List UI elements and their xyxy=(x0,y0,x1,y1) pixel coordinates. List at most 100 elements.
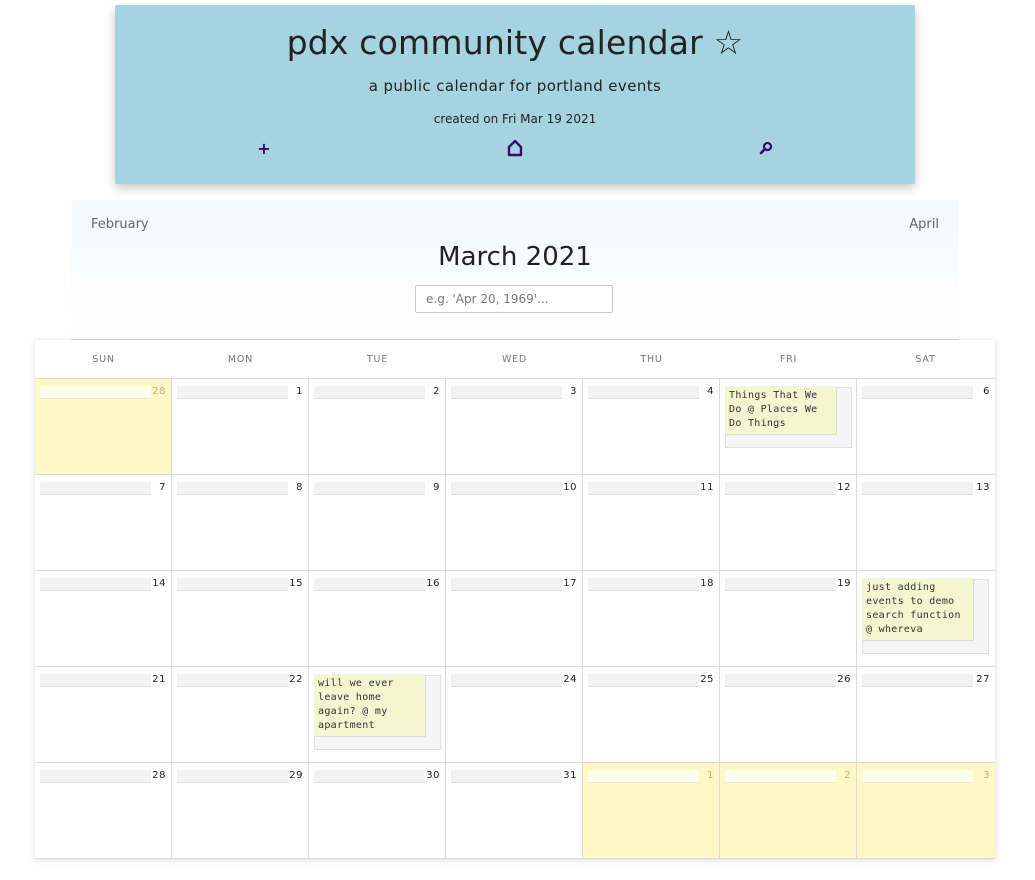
day-header-bar xyxy=(725,770,836,783)
day-cell[interactable]: 27 xyxy=(857,667,995,763)
day-number: 24 xyxy=(563,674,577,685)
event-item[interactable]: just adding events to demo search functi… xyxy=(862,579,973,640)
day-header-bar xyxy=(725,674,836,687)
day-cell[interactable]: 18 xyxy=(583,571,720,667)
day-number: 3 xyxy=(983,770,990,781)
prev-month-link[interactable]: February xyxy=(91,217,149,232)
day-cell[interactable]: 4 xyxy=(583,379,720,475)
weekday-label: TUE xyxy=(366,354,389,365)
day-number: 1 xyxy=(707,770,714,781)
weekday-label: MON xyxy=(227,354,254,365)
day-cell[interactable]: 31 xyxy=(446,763,583,859)
day-header-bar xyxy=(862,482,973,495)
day-number: 6 xyxy=(983,386,990,397)
day-cell[interactable]: 25 xyxy=(583,667,720,763)
day-cell[interactable]: 11 xyxy=(583,475,720,571)
day-header-bar xyxy=(451,386,562,399)
day-header-bar xyxy=(588,578,699,591)
day-header-bar xyxy=(177,674,288,687)
search-button[interactable] xyxy=(756,139,776,159)
day-header-bar xyxy=(862,386,973,399)
day-number: 16 xyxy=(426,578,440,589)
month-title: March 2021 xyxy=(438,242,592,272)
day-number: 26 xyxy=(837,674,851,685)
day-cell[interactable]: 9 xyxy=(309,475,446,571)
day-number: 28 xyxy=(152,770,166,781)
weekday-label: THU xyxy=(640,354,663,365)
day-cell[interactable]: 26 xyxy=(720,667,857,763)
day-number: 12 xyxy=(837,482,851,493)
day-cell[interactable]: 7 xyxy=(35,475,172,571)
day-cell[interactable]: 5Things That We Do @ Places We Do Things xyxy=(720,379,857,475)
day-cell[interactable]: 28 xyxy=(35,379,172,475)
day-number: 1 xyxy=(296,386,303,397)
day-cell[interactable]: 16 xyxy=(309,571,446,667)
day-cell[interactable]: 23will we ever leave home again? @ my ap… xyxy=(309,667,446,763)
add-event-icon[interactable]: + xyxy=(254,139,274,159)
day-number: 31 xyxy=(563,770,577,781)
day-cell[interactable]: 21 xyxy=(35,667,172,763)
day-number: 11 xyxy=(700,482,714,493)
day-cell[interactable]: 14 xyxy=(35,571,172,667)
plus-icon: + xyxy=(257,139,271,158)
day-header-bar xyxy=(451,770,562,783)
date-jump-input[interactable] xyxy=(415,285,613,313)
event-item[interactable]: will we ever leave home again? @ my apar… xyxy=(314,675,425,736)
day-header-bar xyxy=(588,386,699,399)
day-cell[interactable]: 19 xyxy=(720,571,857,667)
day-header-bar xyxy=(177,482,288,495)
weekday-label: SUN xyxy=(92,354,115,365)
day-cell[interactable]: 3 xyxy=(446,379,583,475)
created-date: created on Fri Mar 19 2021 xyxy=(433,112,597,126)
day-cell[interactable]: 6 xyxy=(857,379,995,475)
day-cell[interactable]: 1 xyxy=(172,379,309,475)
search-icon xyxy=(759,141,773,155)
day-number: 4 xyxy=(707,386,714,397)
day-header-bar xyxy=(40,386,151,399)
day-cell[interactable]: 13 xyxy=(857,475,995,571)
day-cell[interactable]: 12 xyxy=(720,475,857,571)
day-cell[interactable]: 15 xyxy=(172,571,309,667)
day-cell[interactable]: 8 xyxy=(172,475,309,571)
weekday-header: SUN MON TUE WED THU FRI SAT xyxy=(35,340,995,379)
day-cell[interactable]: 30 xyxy=(309,763,446,859)
day-number: 15 xyxy=(289,578,303,589)
day-number: 3 xyxy=(570,386,577,397)
event-item[interactable]: Things That We Do @ Places We Do Things xyxy=(725,387,836,434)
home-button[interactable] xyxy=(505,139,525,159)
day-cell[interactable]: 29 xyxy=(172,763,309,859)
day-cell[interactable]: 22 xyxy=(172,667,309,763)
day-cell[interactable]: 20just adding events to demo search func… xyxy=(857,571,995,667)
day-cell[interactable]: 24 xyxy=(446,667,583,763)
day-cell[interactable]: 2 xyxy=(720,763,857,859)
day-header-bar xyxy=(314,578,425,591)
day-number: 17 xyxy=(563,578,577,589)
day-number: 9 xyxy=(433,482,440,493)
day-header-bar xyxy=(314,482,425,495)
day-header-bar xyxy=(451,674,562,687)
day-header-bar xyxy=(588,482,699,495)
day-header-bar xyxy=(40,770,151,783)
day-cell[interactable]: 28 xyxy=(35,763,172,859)
day-cell[interactable]: 2 xyxy=(309,379,446,475)
day-header-bar xyxy=(40,482,151,495)
day-cell[interactable]: 10 xyxy=(446,475,583,571)
day-number: 14 xyxy=(152,578,166,589)
day-header-bar xyxy=(314,386,425,399)
weekday-label: FRI xyxy=(779,354,798,365)
weekday-label: SAT xyxy=(915,354,936,365)
day-number: 22 xyxy=(289,674,303,685)
day-cell[interactable]: 3 xyxy=(857,763,995,859)
day-number: 8 xyxy=(296,482,303,493)
day-header-bar xyxy=(588,674,699,687)
day-header-bar xyxy=(177,386,288,399)
calendar-grid: SUNMONTUEWEDTHUFRISAT 2812345Things That… xyxy=(35,340,995,859)
day-header-bar xyxy=(725,482,836,495)
weekday-label: WED xyxy=(501,354,528,365)
day-number: 10 xyxy=(563,482,577,493)
day-header-bar xyxy=(862,674,973,687)
next-month-link[interactable]: April xyxy=(909,217,939,232)
month-navigation: February April March 2021 xyxy=(71,200,959,341)
day-cell[interactable]: 1 xyxy=(583,763,720,859)
day-cell[interactable]: 17 xyxy=(446,571,583,667)
